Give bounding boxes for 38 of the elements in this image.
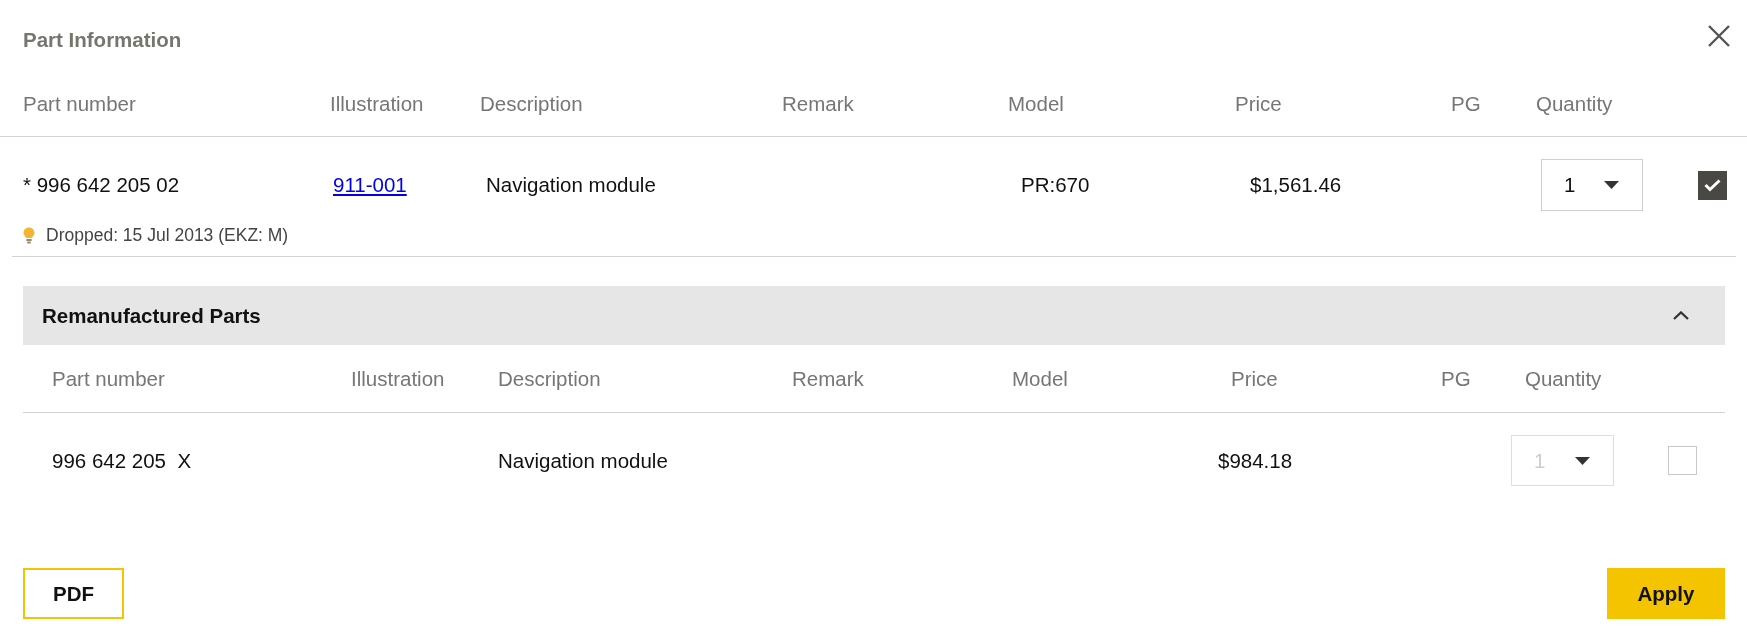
section-title: Remanufactured Parts — [42, 303, 261, 328]
apply-button[interactable]: Apply — [1607, 568, 1725, 619]
price-text: $984.18 — [1218, 448, 1293, 473]
price-text: $1,561.46 — [1250, 173, 1342, 197]
lightbulb-icon — [23, 226, 35, 244]
pdf-button[interactable]: PDF — [23, 568, 124, 619]
column-header: Illustration — [330, 92, 424, 116]
dialog-title: Part Information — [23, 28, 182, 52]
part-number-text: * 996 642 205 02 — [23, 173, 180, 197]
section-header[interactable]: Remanufactured Parts — [23, 286, 1725, 345]
column-header: PG — [1451, 92, 1481, 116]
chevron-up-icon[interactable] — [1673, 311, 1689, 320]
row-checkbox[interactable] — [1698, 170, 1727, 200]
model-text: PR:670 — [1021, 173, 1090, 197]
column-header: Part number — [23, 92, 136, 116]
column-header: PG — [1441, 367, 1471, 391]
caret-icon — [1575, 456, 1590, 465]
column-header: Quantity — [1536, 92, 1613, 116]
note-text: Dropped: 15 Jul 2013 (EKZ: M) — [46, 226, 289, 244]
illustration-link[interactable]: 911-001 — [333, 173, 407, 197]
column-header: Illustration — [351, 367, 445, 391]
column-header: Quantity — [1525, 367, 1602, 391]
description-text: Navigation module — [486, 173, 656, 197]
part-number-text: 996 642 205 X — [52, 448, 192, 473]
column-header: Remark — [782, 92, 854, 116]
column-header: Remark — [792, 367, 864, 391]
close-icon[interactable] — [1708, 25, 1730, 47]
column-header: Model — [1008, 92, 1064, 116]
quantity-dropdown[interactable]: 1 — [1541, 159, 1643, 211]
check-icon — [1704, 178, 1721, 192]
column-header: Part number — [52, 367, 165, 391]
column-header: Description — [480, 92, 583, 116]
column-header: Price — [1231, 367, 1278, 391]
caret-icon — [1604, 181, 1619, 189]
description-text: Navigation module — [498, 448, 668, 473]
column-header: Model — [1012, 367, 1068, 391]
column-header: Description — [498, 367, 601, 391]
column-header: Price — [1235, 92, 1282, 116]
